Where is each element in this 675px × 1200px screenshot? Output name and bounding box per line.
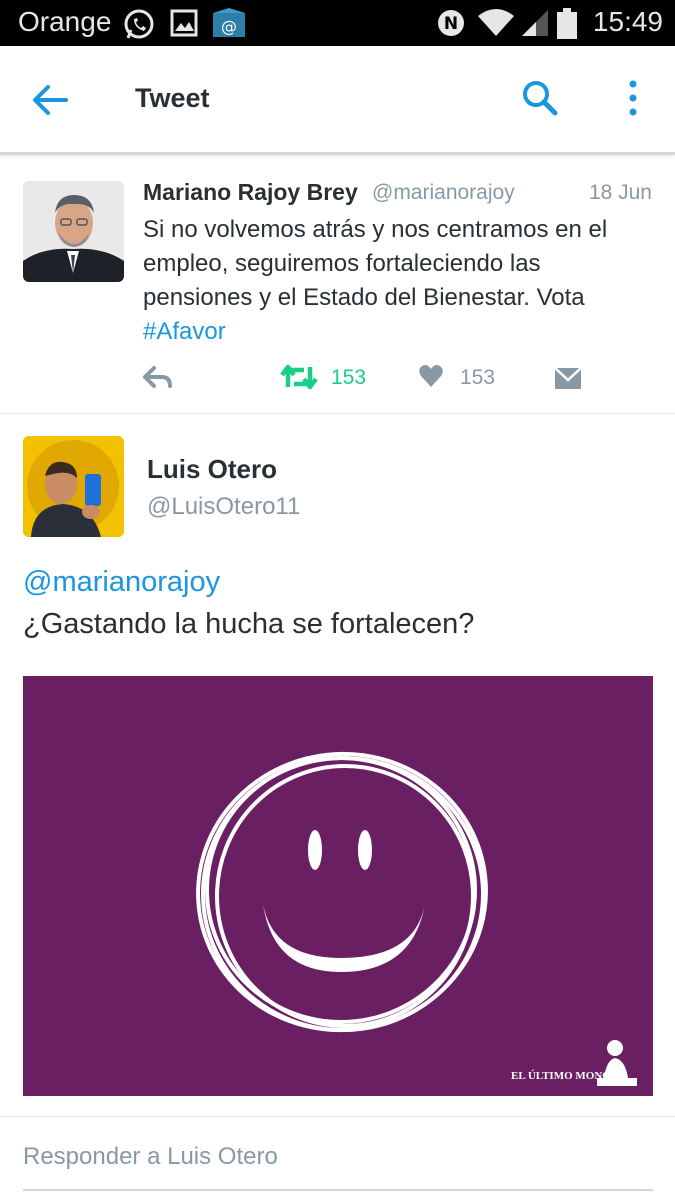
avatar[interactable] <box>23 436 124 537</box>
whatsapp-icon <box>122 8 156 47</box>
smiley-face-image <box>196 751 488 1033</box>
input-underline <box>23 1189 653 1191</box>
like-count: 153 <box>460 366 496 389</box>
avatar-image <box>23 181 124 282</box>
author-name[interactable]: Luis Otero <box>147 454 277 485</box>
nfc-icon: N <box>436 8 466 43</box>
reply-input[interactable]: Responder a Luis Otero <box>23 1134 653 1191</box>
reply-placeholder: Responder a Luis Otero <box>23 1143 278 1170</box>
author-handle[interactable]: @marianorajoy <box>372 181 515 205</box>
watermark-logo: EL ÚLTIMO MONO <box>511 1036 641 1088</box>
divider <box>0 1116 675 1117</box>
clock: 15:49 <box>592 6 663 37</box>
reply-icon <box>143 366 172 388</box>
page-title: Tweet <box>135 83 210 113</box>
mention-link[interactable]: @marianorajoy <box>23 566 220 599</box>
retweet-count: 153 <box>331 366 367 389</box>
svg-text:@: @ <box>221 17 237 36</box>
search-button[interactable] <box>518 76 562 120</box>
tweet-date: 18 Jun <box>588 181 652 204</box>
watermark-text: EL ÚLTIMO MONO <box>511 1070 611 1082</box>
more-options-button[interactable] <box>618 76 648 120</box>
carrier-label: Orange <box>18 6 112 37</box>
battery-icon <box>556 8 578 45</box>
heart-icon <box>419 365 443 387</box>
avatar[interactable] <box>23 181 124 282</box>
tweet-body: Si no volvemos atrás y nos centramos en … <box>143 216 608 311</box>
back-button[interactable] <box>30 80 72 120</box>
tweet-image[interactable]: EL ÚLTIMO MONO <box>23 676 653 1096</box>
app-bar: Tweet <box>0 46 675 155</box>
tweet-text: Si no volvemos atrás y nos centramos en … <box>143 213 653 349</box>
wifi-icon <box>476 8 516 43</box>
email-icon: @ <box>212 8 246 43</box>
retweet-icon <box>280 364 318 390</box>
status-bar: Orange @ N 15:49 <box>0 0 675 46</box>
direct-message-button[interactable] <box>554 365 582 391</box>
gallery-icon <box>170 8 198 43</box>
svg-text:N: N <box>444 14 458 34</box>
reply-button[interactable] <box>142 365 174 391</box>
more-vertical-icon <box>629 80 637 116</box>
arrow-left-icon <box>33 85 68 115</box>
tweet-text: ¿Gastando la hucha se fortalecen? <box>23 608 475 640</box>
retweet-button[interactable] <box>280 363 318 391</box>
envelope-icon <box>554 367 582 389</box>
signal-icon <box>520 8 550 43</box>
author-handle[interactable]: @LuisOtero11 <box>147 493 300 521</box>
avatar-image <box>23 436 124 537</box>
parent-tweet[interactable]: Mariano Rajoy Brey @marianorajoy 18 Jun … <box>0 155 675 414</box>
hashtag-link[interactable]: #Afavor <box>143 318 226 345</box>
like-button[interactable] <box>418 363 444 389</box>
search-icon <box>523 81 558 116</box>
author-name[interactable]: Mariano Rajoy Brey <box>143 179 358 206</box>
